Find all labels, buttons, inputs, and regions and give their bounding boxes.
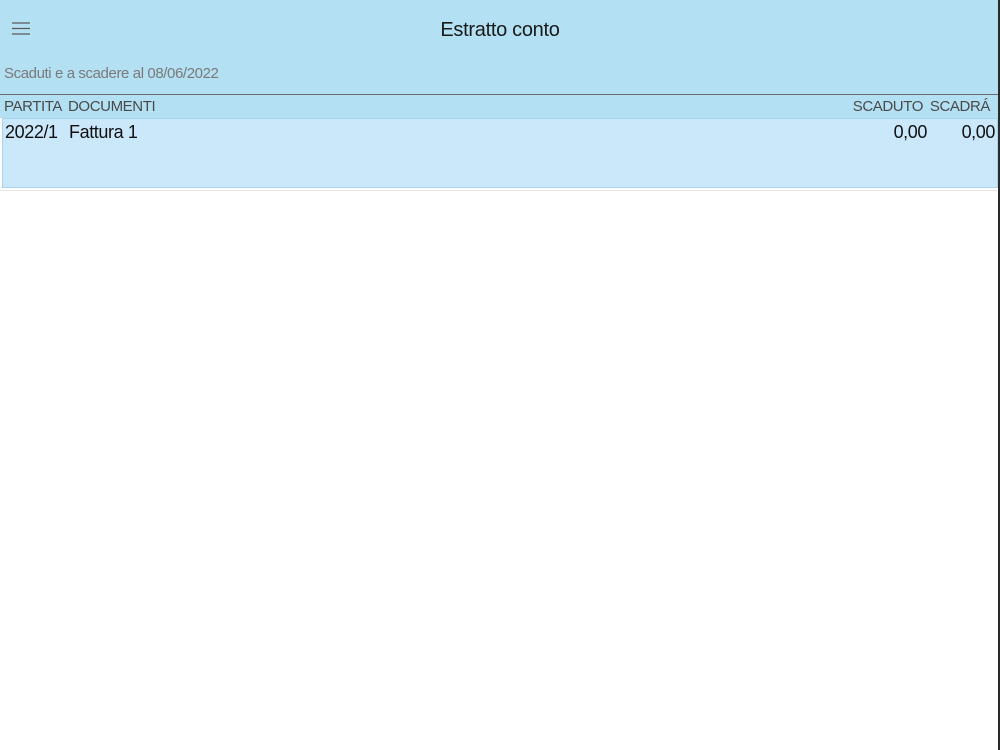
app-header: Estratto conto Scaduti e a scadere al 08… — [0, 0, 1000, 95]
column-header-scadra: SCADRÁ — [929, 98, 991, 115]
column-header-partita: PARTITA — [4, 98, 63, 115]
cell-documenti: Fattura 1 — [69, 122, 138, 142]
page-subtitle: Scaduti e a scadere al 08/06/2022 — [4, 65, 219, 82]
column-header-scaduto: SCADUTO — [852, 98, 924, 115]
cell-scadra: 0,00 — [961, 122, 996, 142]
cell-partita: 2022/1 — [5, 122, 58, 142]
table-column-header: PARTITA DOCUMENTI SCADUTO SCADRÁ — [0, 95, 1000, 118]
divider — [0, 190, 1000, 191]
column-header-documenti: DOCUMENTI — [68, 98, 156, 115]
table-body: 2022/1 Fattura 1 0,00 0,00 — [0, 118, 1000, 188]
cell-scaduto: 0,00 — [893, 122, 928, 142]
table-row[interactable]: 2022/1 Fattura 1 0,00 0,00 — [2, 118, 998, 188]
page-title: Estratto conto — [440, 19, 560, 41]
app-window: Estratto conto Scaduti e a scadere al 08… — [0, 0, 1000, 750]
